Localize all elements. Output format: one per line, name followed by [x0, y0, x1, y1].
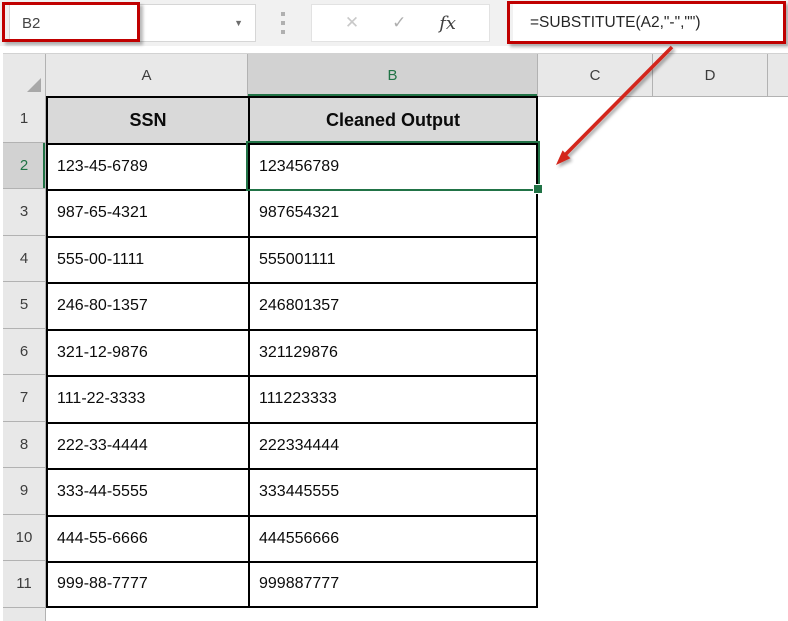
cell-A11[interactable]: 999-88-7777 — [46, 561, 248, 608]
cell-B4[interactable]: 555001111 — [248, 236, 538, 283]
row-3: 3987-65-4321987654321 — [3, 189, 538, 236]
toolbar-separator — [281, 12, 285, 34]
cell-B11[interactable]: 999887777 — [248, 561, 538, 608]
cell-A7[interactable]: 111-22-3333 — [46, 375, 248, 422]
row-header-6[interactable]: 6 — [3, 329, 46, 376]
column-header-B[interactable]: B — [248, 54, 538, 96]
row-header-11[interactable]: 11 — [3, 561, 46, 608]
row-header-12-partial[interactable] — [3, 608, 46, 621]
row-header-3[interactable]: 3 — [3, 189, 46, 236]
cell-A8[interactable]: 222-33-4444 — [46, 422, 248, 469]
annotation-rect-formula — [507, 1, 786, 44]
enter-icon[interactable]: ✓ — [392, 13, 406, 33]
row-7: 7111-22-3333111223333 — [3, 375, 538, 422]
row-header-2[interactable]: 2 — [3, 143, 46, 190]
cell-A2[interactable]: 123-45-6789 — [46, 143, 248, 190]
row-header-7[interactable]: 7 — [3, 375, 46, 422]
spreadsheet-grid: ABCD 1SSNCleaned Output2123-45-678912345… — [0, 46, 788, 620]
row-12-partial — [3, 608, 46, 621]
cell-B1[interactable]: Cleaned Output — [248, 96, 538, 143]
row-11: 11999-88-7777999887777 — [3, 561, 538, 608]
chevron-down-icon[interactable]: ▼ — [234, 18, 243, 28]
cell-B5[interactable]: 246801357 — [248, 282, 538, 329]
row-5: 5246-80-1357246801357 — [3, 282, 538, 329]
row-header-10[interactable]: 10 — [3, 515, 46, 562]
column-header-C[interactable]: C — [538, 54, 653, 96]
row-header-9[interactable]: 9 — [3, 468, 46, 515]
row-10: 10444-55-6666444556666 — [3, 515, 538, 562]
cell-A3[interactable]: 987-65-4321 — [46, 189, 248, 236]
cell-B8[interactable]: 222334444 — [248, 422, 538, 469]
row-header-8[interactable]: 8 — [3, 422, 46, 469]
select-all-triangle-icon — [27, 78, 41, 92]
row-2: 2123-45-6789123456789 — [3, 143, 538, 190]
cell-B10[interactable]: 444556666 — [248, 515, 538, 562]
formula-toolbar: B2 ▼ ✕ ✓ fx =SUBSTITUTE(A2,"-","") — [0, 0, 788, 46]
row-6: 6321-12-9876321129876 — [3, 329, 538, 376]
cell-B9[interactable]: 333445555 — [248, 468, 538, 515]
annotation-rect-namebox — [2, 2, 140, 42]
cancel-icon[interactable]: ✕ — [345, 13, 359, 33]
row-header-1[interactable]: 1 — [3, 96, 46, 143]
column-header-A[interactable]: A — [46, 54, 248, 96]
cell-B6[interactable]: 321129876 — [248, 329, 538, 376]
formula-buttons-group: ✕ ✓ fx — [311, 4, 490, 42]
row-8: 8222-33-4444222334444 — [3, 422, 538, 469]
row-header-4[interactable]: 4 — [3, 236, 46, 283]
column-header-row: ABCD — [3, 53, 788, 97]
cell-A4[interactable]: 555-00-1111 — [46, 236, 248, 283]
column-header-filler — [768, 54, 788, 96]
cell-A6[interactable]: 321-12-9876 — [46, 329, 248, 376]
cell-B2[interactable]: 123456789 — [248, 143, 538, 190]
column-header-D[interactable]: D — [653, 54, 768, 96]
cell-A10[interactable]: 444-55-6666 — [46, 515, 248, 562]
row-1: 1SSNCleaned Output — [3, 96, 538, 143]
cell-B7[interactable]: 111223333 — [248, 375, 538, 422]
rows-container: 1SSNCleaned Output2123-45-67891234567893… — [3, 96, 538, 608]
cell-A9[interactable]: 333-44-5555 — [46, 468, 248, 515]
row-9: 9333-44-5555333445555 — [3, 468, 538, 515]
cell-A5[interactable]: 246-80-1357 — [46, 282, 248, 329]
select-all-corner[interactable] — [3, 54, 46, 96]
row-4: 4555-00-1111555001111 — [3, 236, 538, 283]
insert-function-icon[interactable]: fx — [439, 13, 456, 34]
cell-A1[interactable]: SSN — [46, 96, 248, 143]
cell-B3[interactable]: 987654321 — [248, 189, 538, 236]
row-header-5[interactable]: 5 — [3, 282, 46, 329]
